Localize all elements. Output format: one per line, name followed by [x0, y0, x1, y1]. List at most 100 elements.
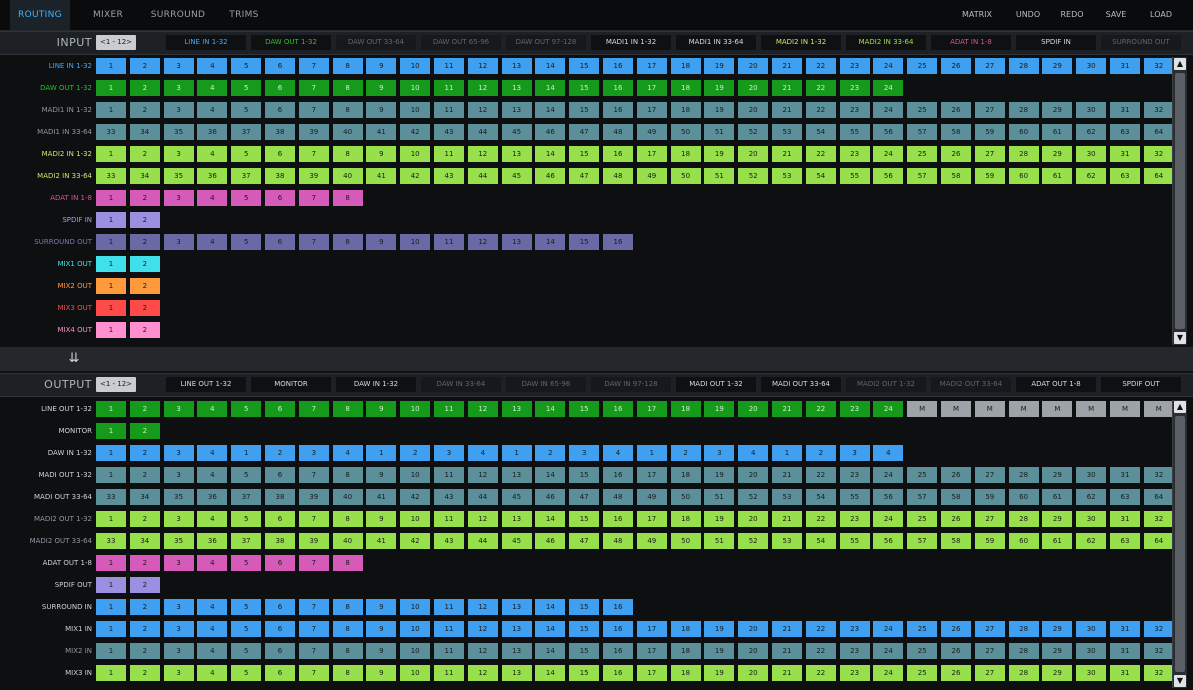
channel-cell[interactable]: 31	[1110, 146, 1140, 162]
channel-cell[interactable]: 8	[332, 665, 363, 681]
channel-cell[interactable]: 23	[839, 643, 870, 659]
channel-cell[interactable]: 17	[636, 621, 667, 637]
channel-cell[interactable]: 36	[197, 533, 228, 549]
channel-cell[interactable]: 10	[400, 621, 431, 637]
channel-cell[interactable]: 39	[298, 533, 329, 549]
channel-cell[interactable]: 16	[603, 599, 633, 615]
output-scrollbar[interactable]: ▲ ▼	[1172, 400, 1187, 688]
channel-cell[interactable]: 26	[941, 467, 971, 483]
channel-cell[interactable]: 2	[129, 58, 160, 74]
channel-cell[interactable]: 64	[1143, 489, 1174, 505]
channel-cell[interactable]: 29	[1042, 621, 1073, 637]
channel-cell[interactable]: 4	[197, 190, 228, 206]
channel-cell[interactable]: 4	[467, 445, 498, 461]
channel-cell[interactable]: 11	[434, 621, 464, 637]
input-scroll-thumb[interactable]	[1175, 73, 1185, 329]
channel-cell[interactable]: 16	[603, 80, 633, 96]
input-group-tab[interactable]: MADI1 IN 1-32	[591, 35, 671, 50]
channel-cell[interactable]: 8	[332, 234, 363, 250]
channel-cell[interactable]: 4	[197, 511, 228, 527]
channel-cell[interactable]: 18	[670, 146, 701, 162]
channel-cell[interactable]: 19	[704, 511, 735, 527]
channel-cell[interactable]: 12	[467, 643, 498, 659]
channel-cell[interactable]: 31	[1110, 467, 1140, 483]
channel-cell[interactable]: 17	[636, 467, 667, 483]
channel-cell[interactable]: 55	[839, 124, 870, 140]
channel-cell[interactable]: 46	[535, 168, 566, 184]
channel-cell[interactable]: 1	[96, 80, 126, 96]
channel-cell[interactable]: 43	[434, 168, 464, 184]
channel-cell[interactable]: 9	[366, 511, 397, 527]
channel-cell[interactable]: 23	[839, 467, 870, 483]
channel-cell[interactable]: 3	[163, 511, 194, 527]
channel-cell[interactable]: 17	[636, 665, 667, 681]
channel-cell[interactable]: 5	[231, 643, 262, 659]
channel-cell[interactable]: M	[1008, 401, 1039, 417]
channel-cell[interactable]: 14	[535, 401, 566, 417]
channel-cell[interactable]: 21	[772, 511, 802, 527]
channel-cell[interactable]: 50	[670, 533, 701, 549]
channel-cell[interactable]: 15	[569, 467, 600, 483]
channel-cell[interactable]: 29	[1042, 643, 1073, 659]
output-group-tab[interactable]: SPDIF OUT	[1101, 377, 1181, 392]
channel-cell[interactable]: 15	[569, 102, 600, 118]
channel-cell[interactable]: 24	[873, 511, 904, 527]
channel-cell[interactable]: 5	[231, 80, 262, 96]
channel-cell[interactable]: 16	[603, 467, 633, 483]
channel-cell[interactable]: 45	[501, 168, 532, 184]
channel-cell[interactable]: 31	[1110, 621, 1140, 637]
channel-cell[interactable]: 46	[535, 489, 566, 505]
input-group-tab[interactable]: DAW OUT 65-96	[421, 35, 501, 50]
channel-cell[interactable]: 4	[197, 102, 228, 118]
channel-cell[interactable]: 19	[704, 621, 735, 637]
channel-cell[interactable]: 3	[839, 445, 870, 461]
channel-cell[interactable]: 41	[366, 124, 397, 140]
channel-cell[interactable]: 7	[298, 643, 329, 659]
channel-cell[interactable]: 60	[1008, 533, 1039, 549]
channel-cell[interactable]: 34	[129, 533, 160, 549]
channel-cell[interactable]: 12	[467, 80, 498, 96]
channel-cell[interactable]: 5	[231, 599, 262, 615]
channel-cell[interactable]: 15	[569, 80, 600, 96]
channel-cell[interactable]: 22	[805, 401, 836, 417]
channel-cell[interactable]: 12	[467, 401, 498, 417]
channel-cell[interactable]: 31	[1110, 58, 1140, 74]
channel-cell[interactable]: 1	[96, 212, 126, 228]
channel-cell[interactable]: 28	[1008, 511, 1039, 527]
channel-cell[interactable]: 62	[1076, 168, 1107, 184]
channel-cell[interactable]: 60	[1008, 124, 1039, 140]
channel-cell[interactable]: 14	[535, 621, 566, 637]
channel-cell[interactable]: 15	[569, 146, 600, 162]
channel-cell[interactable]: 37	[231, 489, 262, 505]
channel-cell[interactable]: 31	[1110, 643, 1140, 659]
channel-cell[interactable]: 4	[738, 445, 769, 461]
channel-cell[interactable]: 29	[1042, 511, 1073, 527]
input-group-tab[interactable]: ADAT IN 1-8	[931, 35, 1011, 50]
channel-cell[interactable]: 57	[907, 489, 938, 505]
channel-cell[interactable]: 32	[1143, 467, 1174, 483]
channel-cell[interactable]: 22	[805, 102, 836, 118]
channel-cell[interactable]: 39	[298, 168, 329, 184]
channel-cell[interactable]: 34	[129, 124, 160, 140]
channel-cell[interactable]: 41	[366, 168, 397, 184]
channel-cell[interactable]: 3	[163, 58, 194, 74]
channel-cell[interactable]: 13	[501, 80, 532, 96]
channel-cell[interactable]: 16	[603, 401, 633, 417]
channel-cell[interactable]: 22	[805, 665, 836, 681]
channel-cell[interactable]: 57	[907, 168, 938, 184]
channel-cell[interactable]: 13	[501, 58, 532, 74]
output-group-tab[interactable]: DAW IN 97-128	[591, 377, 671, 392]
channel-cell[interactable]: M	[1110, 401, 1140, 417]
channel-cell[interactable]: 42	[400, 489, 431, 505]
channel-cell[interactable]: 45	[501, 124, 532, 140]
channel-cell[interactable]: 43	[434, 533, 464, 549]
channel-cell[interactable]: 61	[1042, 124, 1073, 140]
channel-cell[interactable]: 15	[569, 599, 600, 615]
channel-cell[interactable]: 27	[974, 467, 1005, 483]
channel-cell[interactable]: 27	[974, 665, 1005, 681]
channel-cell[interactable]: 1	[636, 445, 667, 461]
channel-cell[interactable]: 48	[603, 489, 633, 505]
arrow-up-icon[interactable]: ▲	[1174, 58, 1186, 70]
channel-cell[interactable]: 28	[1008, 58, 1039, 74]
channel-cell[interactable]: 2	[805, 445, 836, 461]
